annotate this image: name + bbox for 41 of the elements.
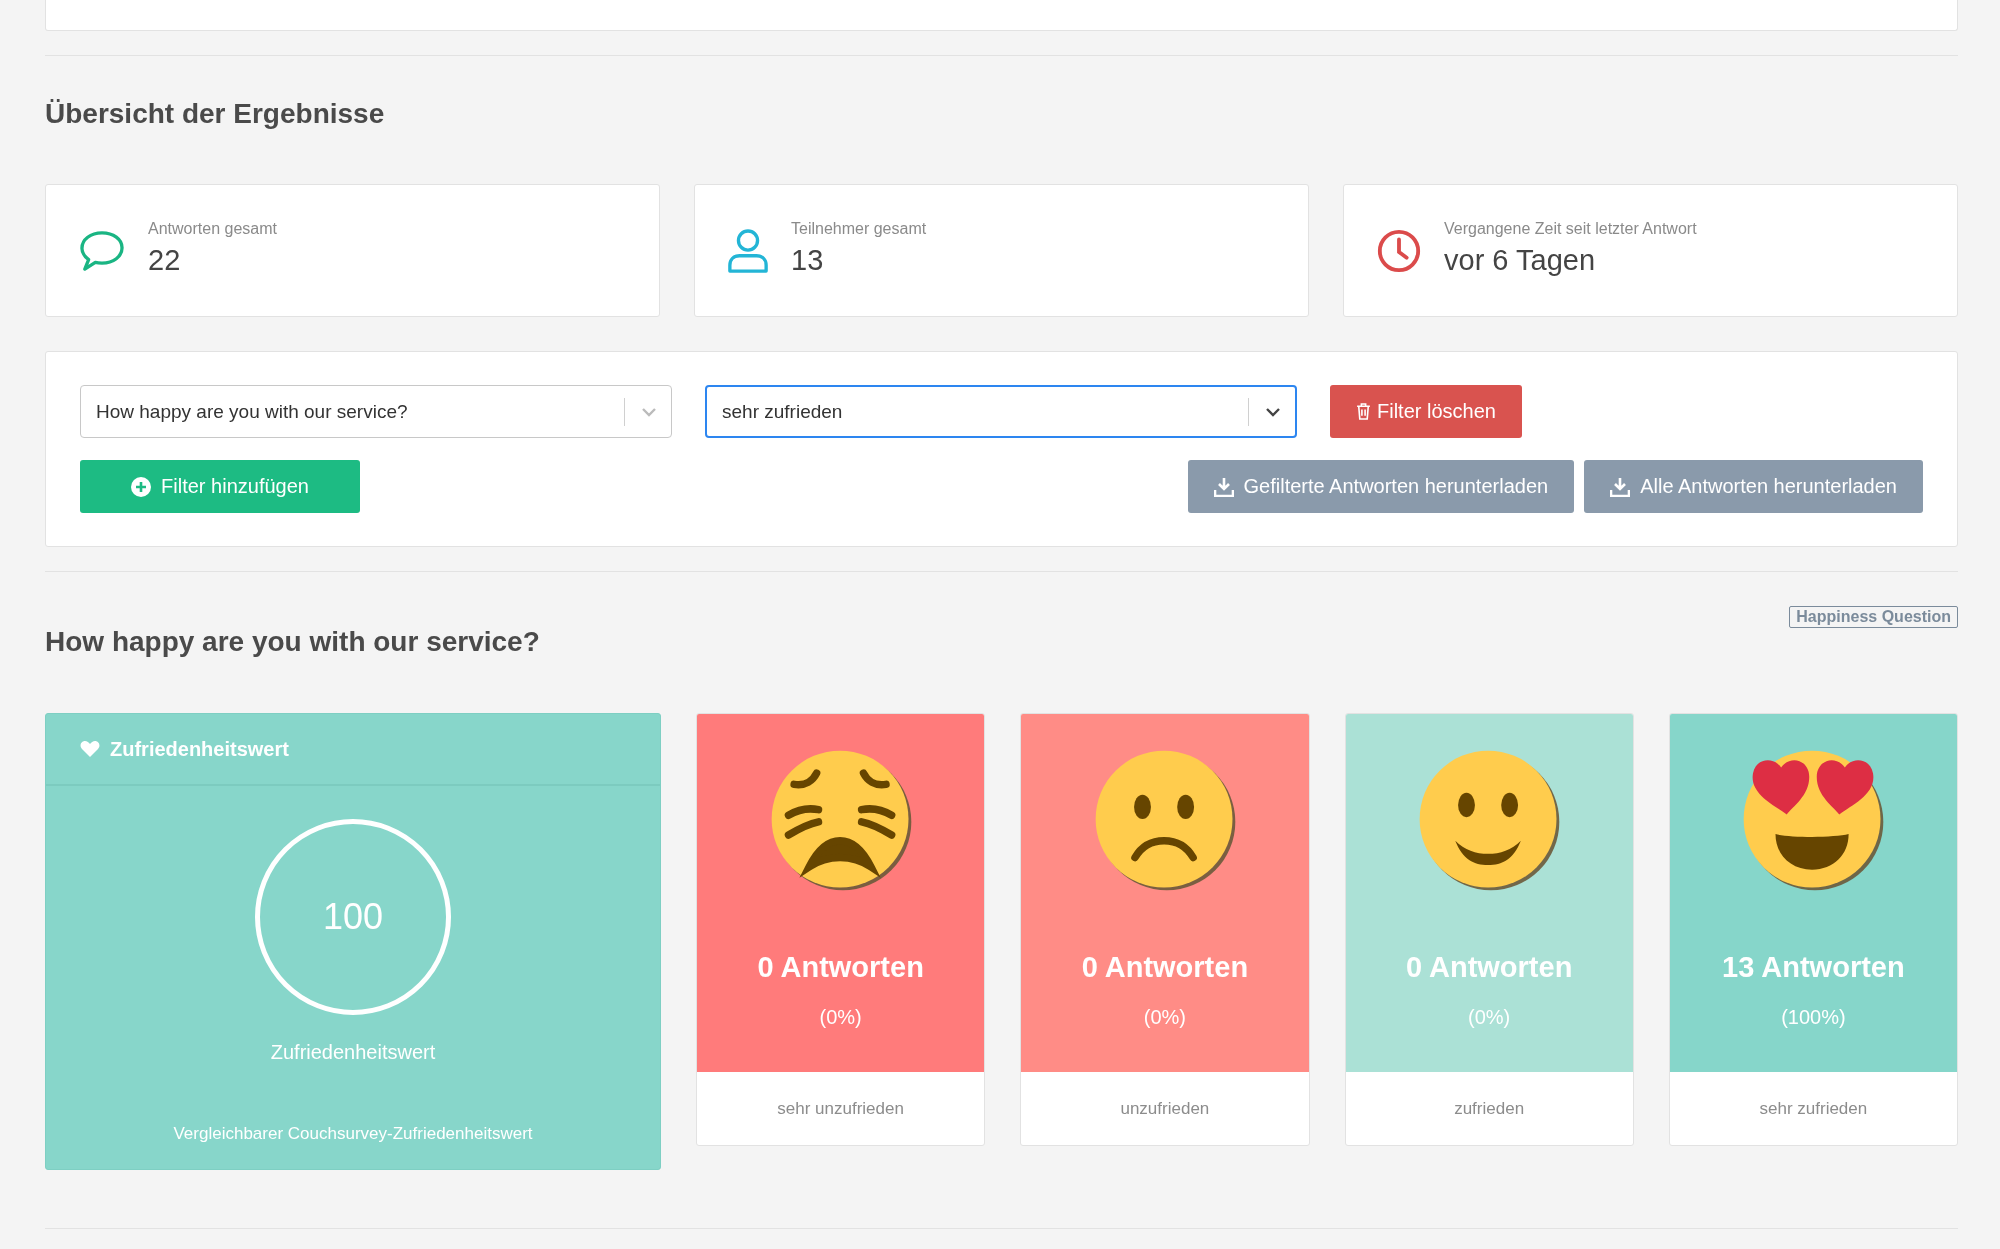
clock-icon: [1376, 227, 1422, 274]
speech-bubble-icon: [78, 229, 126, 272]
stat-value: 22: [148, 244, 182, 277]
stat-value: vor 6 Tagen: [1444, 244, 1597, 277]
stat-value: 13: [791, 244, 825, 277]
dropdown-field[interactable]: How happy are you with our service?: [80, 385, 672, 438]
question-title: How happy are you with our service?: [45, 626, 540, 658]
download-button[interactable]: Alle Antworten herunterladen: [1584, 460, 1923, 513]
add-filter-button[interactable]: Filter hinzufügen: [80, 460, 360, 513]
download-icon: [1213, 476, 1234, 497]
answer-label: sehr unzufrieden: [777, 1098, 904, 1119]
answer-label: zufrieden: [1454, 1098, 1525, 1119]
answer-count: 0 Antworten: [1405, 951, 1573, 984]
answer-percent: (0%): [1468, 1006, 1511, 1029]
stat-label: Teilnehmer gesamt: [791, 220, 927, 238]
dropdown-field[interactable]: sehr zufrieden: [705, 385, 1297, 438]
score-footer: Vergleichbarer Couchsurvey-Zufriedenheitswert: [173, 1124, 533, 1144]
answer-count: 0 Antworten: [1081, 951, 1249, 984]
answer-label: unzufrieden: [1120, 1098, 1210, 1119]
answer-percent: (100%): [1781, 1006, 1846, 1029]
score-header: Zufriedenheitswert: [110, 737, 289, 761]
answer-percent: (0%): [1143, 1006, 1186, 1029]
question-type-tag: Happiness Question: [1789, 606, 1958, 628]
heart-icon: [80, 740, 100, 758]
answer-count: 0 Antworten: [757, 951, 924, 984]
chevron-down-icon: [1265, 406, 1281, 417]
person-icon: [727, 227, 769, 274]
clear-filter-button[interactable]: Filter löschen: [1330, 385, 1522, 438]
trash-icon: [1356, 403, 1371, 420]
score-caption: Zufriedenheitswert: [270, 1041, 436, 1064]
plus-circle-icon: [131, 476, 152, 497]
stat-label: Vergangene Zeit seit letzter Antwort: [1444, 220, 1697, 238]
answer-percent: (0%): [819, 1006, 862, 1029]
download-icon: [1610, 476, 1631, 497]
answer-label: sehr zufrieden: [1759, 1098, 1868, 1119]
stat-label: Antworten gesamt: [148, 220, 277, 238]
score-ring: 100: [255, 819, 451, 1015]
chevron-down-icon: [641, 406, 657, 417]
section-title: Übersicht der Ergebnisse: [45, 98, 386, 130]
download-button[interactable]: Gefilterte Antworten herunterladen: [1187, 460, 1575, 513]
answer-count: 13 Antworten: [1722, 951, 1905, 984]
